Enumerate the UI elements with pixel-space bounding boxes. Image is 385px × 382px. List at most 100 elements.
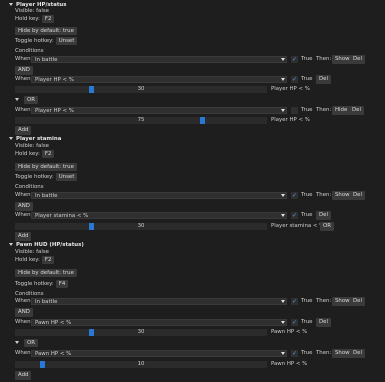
or-row: OR: [15, 338, 38, 347]
true-checkbox[interactable]: ✓: [291, 56, 298, 63]
true-checkbox[interactable]: ✓: [291, 76, 298, 83]
hide-by-default-button[interactable]: Hide by default: true: [15, 26, 77, 35]
expanded-arrow-icon[interactable]: [15, 341, 19, 344]
hide-default-row: Hide by default: true: [15, 268, 77, 277]
hide-default-row: Hide by default: true: [15, 162, 77, 171]
true-checkbox[interactable]: ✓: [291, 319, 298, 326]
chevron-down-icon: [281, 352, 285, 355]
value-slider[interactable]: 30: [15, 86, 267, 93]
true-label: True: [301, 319, 313, 325]
toggle-hotkey-button[interactable]: F4: [55, 279, 69, 288]
expanded-arrow-icon[interactable]: [15, 98, 19, 101]
value-slider[interactable]: 10: [15, 361, 267, 368]
value-slider[interactable]: 30: [15, 329, 267, 336]
when-label: When: [15, 212, 31, 218]
condition-combo[interactable]: Player HP < %: [31, 76, 287, 83]
condition-combo[interactable]: In battle: [31, 298, 287, 305]
del-button[interactable]: Del: [316, 211, 331, 220]
slider-value: 10: [137, 361, 145, 367]
hide-button[interactable]: Hide: [332, 106, 351, 115]
slider-value: 75: [137, 117, 145, 123]
condition-combo[interactable]: Player stamina < %: [31, 212, 287, 219]
true-checkbox[interactable]: [291, 107, 298, 114]
true-label: True: [301, 56, 313, 62]
expanded-arrow-icon: [9, 3, 13, 6]
and-button[interactable]: AND: [15, 66, 33, 75]
when-label: When: [15, 350, 31, 356]
condition-combo[interactable]: In battle: [31, 56, 287, 63]
chevron-down-icon: [281, 194, 285, 197]
then-label: Then:: [316, 192, 332, 198]
hide-default-row: Hide by default: true: [15, 26, 77, 35]
chevron-down-icon: [281, 321, 285, 324]
slider-label: Pawn HP < %: [271, 361, 308, 367]
when-label: When: [15, 319, 31, 325]
conditions-label: Conditions: [15, 290, 44, 297]
then-label: Then:: [316, 350, 332, 356]
hold-key-row: Hold key: F2: [15, 149, 55, 158]
or-button[interactable]: OR: [24, 95, 38, 104]
toggle-hotkey-row: Toggle hotkey: F4: [15, 279, 69, 288]
add-condition-button[interactable]: Add: [15, 371, 32, 380]
hold-key-row: Hold key: F2: [15, 14, 55, 23]
chevron-down-icon: [281, 58, 285, 61]
true-checkbox[interactable]: ✓: [291, 192, 298, 199]
condition-combo[interactable]: Pawn HP < %: [31, 319, 287, 326]
del-button[interactable]: Del: [350, 349, 365, 358]
hide-by-default-button[interactable]: Hide by default: true: [15, 268, 77, 277]
toggle-hotkey-button[interactable]: Unset: [55, 36, 78, 45]
true-label: True: [301, 350, 313, 356]
then-label: Then:: [316, 107, 332, 113]
when-label: When: [15, 56, 31, 62]
and-button[interactable]: AND: [15, 202, 33, 211]
del-button[interactable]: Del: [350, 297, 365, 306]
expanded-arrow-icon: [9, 243, 13, 246]
expanded-arrow-icon: [9, 137, 13, 140]
when-label: When: [15, 76, 31, 82]
condition-combo[interactable]: Pawn HP < %: [31, 350, 287, 357]
value-slider[interactable]: 75: [15, 117, 267, 124]
hold-key-button[interactable]: F2: [41, 255, 55, 264]
toggle-hotkey-button[interactable]: Unset: [55, 172, 78, 181]
del-button[interactable]: Del: [350, 191, 365, 200]
hold-key-row: Hold key: F2: [15, 255, 55, 264]
chevron-down-icon: [281, 78, 285, 81]
chevron-down-icon: [281, 214, 285, 217]
conditions-label: Conditions: [15, 47, 44, 54]
then-label: Then:: [316, 56, 332, 62]
then-label: Then:: [316, 298, 332, 304]
or-button[interactable]: OR: [320, 222, 334, 231]
condition-combo[interactable]: Player HP < %: [31, 107, 287, 114]
value-slider[interactable]: 30: [15, 223, 267, 230]
true-checkbox[interactable]: ✓: [291, 298, 298, 305]
when-label: When: [15, 298, 31, 304]
slider-label: Player stamina < %: [271, 223, 325, 229]
true-label: True: [301, 192, 313, 198]
and-button[interactable]: AND: [15, 308, 33, 317]
del-button[interactable]: Del: [316, 318, 331, 327]
slider-value: 30: [137, 223, 145, 229]
hide-by-default-button[interactable]: Hide by default: true: [15, 162, 77, 171]
slider-label: Pawn HP < %: [271, 329, 308, 335]
slider-value: 30: [137, 329, 145, 335]
or-row: OR: [15, 95, 38, 104]
or-button[interactable]: OR: [24, 338, 38, 347]
del-button[interactable]: Del: [350, 55, 365, 64]
true-checkbox[interactable]: ✓: [291, 350, 298, 357]
condition-combo[interactable]: In battle: [31, 192, 287, 199]
true-label: True: [301, 76, 313, 82]
true-label: True: [301, 298, 313, 304]
true-label: True: [301, 107, 313, 113]
hold-key-button[interactable]: F2: [41, 14, 55, 23]
toggle-hotkey-row: Toggle hotkey: Unset: [15, 36, 78, 45]
del-button[interactable]: Del: [349, 106, 364, 115]
hold-key-button[interactable]: F2: [41, 149, 55, 158]
toggle-hotkey-row: Toggle hotkey: Unset: [15, 172, 78, 181]
chevron-down-icon: [281, 300, 285, 303]
true-checkbox[interactable]: ✓: [291, 212, 298, 219]
slider-label: Player HP < %: [271, 117, 310, 123]
del-button[interactable]: Del: [316, 75, 331, 84]
conditions-label: Conditions: [15, 183, 44, 190]
true-label: True: [301, 212, 313, 218]
when-label: When: [15, 107, 31, 113]
